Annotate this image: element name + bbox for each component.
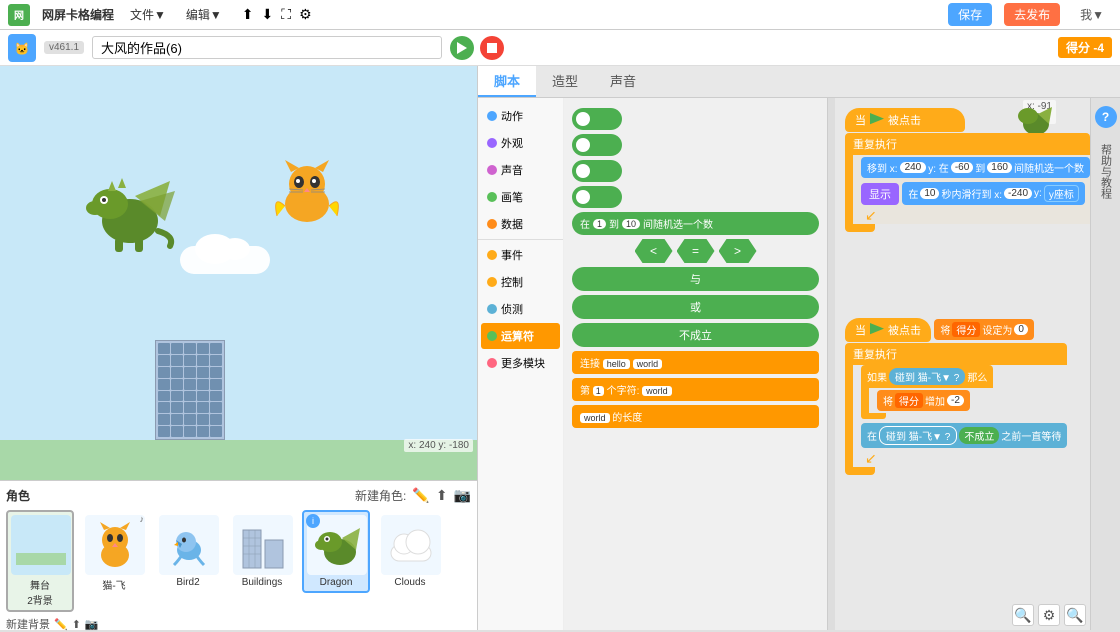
block-toggle-1[interactable] (572, 108, 622, 130)
cat-looks[interactable]: 外观 (481, 130, 560, 156)
cat-more[interactable]: 更多模块 (481, 350, 560, 376)
cat-control[interactable]: 控制 (481, 269, 560, 295)
script-block-2: 当 被点击 将 得分 设定为 0 重复执行 如果 碰到 猫-飞▼ ? 那么 (845, 318, 1067, 475)
settings-icon[interactable]: ⚙ (299, 6, 312, 23)
app-title: 网屏卡格编程 (42, 6, 114, 23)
upload-sprite-btn[interactable]: ⬆ (436, 487, 448, 504)
sprite-thumb-clouds (381, 515, 441, 575)
menu-edit[interactable]: 编辑▼ (182, 4, 226, 25)
zoom-controls: 🔍 ⚙ 🔍 (1012, 604, 1086, 626)
dragon-sprite (80, 166, 180, 256)
sprite-item-clouds[interactable]: Clouds (376, 510, 444, 593)
script-block-1: 当 被点击 重复执行 移到 x: 240 y: 在 -60 到 160 间随机选… (845, 108, 1090, 232)
sprite-thumb-buildings (233, 515, 293, 575)
block-length[interactable]: world 的长度 (572, 405, 819, 428)
upload-backdrop-btn[interactable]: ⬆ (72, 618, 81, 631)
sprite-thumb-stage (11, 515, 71, 575)
info-badge: i (306, 514, 320, 528)
script-area[interactable]: x: -9152 当 被点击 (835, 98, 1090, 630)
tab-sound[interactable]: 声音 (594, 66, 652, 97)
zoom-out-btn[interactable]: 🔍 (1012, 604, 1034, 626)
sprite-item-dragon[interactable]: i Dragon (302, 510, 370, 593)
cat-sound[interactable]: 声音 (481, 157, 560, 183)
block-toggle-2[interactable] (572, 134, 622, 156)
save-button[interactable]: 保存 (948, 3, 992, 26)
code-panels: 动作 外观 声音 画笔 数据 (478, 98, 1120, 630)
tab-script[interactable]: 脚本 (478, 66, 536, 97)
camera-sprite-btn[interactable]: 📷 (454, 487, 471, 504)
paint-backdrop-btn[interactable]: ✏️ (54, 618, 68, 631)
block-equals[interactable]: = (677, 239, 715, 263)
upload-icon[interactable]: ⬆ (242, 6, 254, 23)
categories-panel: 动作 外观 声音 画笔 数据 (478, 98, 564, 630)
block-not[interactable]: 不成立 (572, 323, 819, 347)
scroll-divider (827, 98, 835, 630)
help-text: 帮助与教程 (1098, 144, 1114, 199)
block-less-than[interactable]: < (635, 239, 673, 263)
menu-file[interactable]: 文件▼ (126, 4, 170, 25)
blocks-list: 在 1 到 10 间随机选一个数 < = > 与 或 不成立 (564, 98, 827, 630)
zoom-in-btn[interactable]: 🔍 (1064, 604, 1086, 626)
title-bar: 🐱 v461.1 得分 -4 (0, 30, 1120, 66)
camera-backdrop-btn[interactable]: 📷 (85, 618, 99, 631)
block-random[interactable]: 在 1 到 10 间随机选一个数 (572, 212, 819, 235)
sprite-name-stage: 舞台2背景 (11, 577, 69, 607)
publish-button[interactable]: 去发布 (1004, 3, 1060, 26)
version-badge: v461.1 (44, 41, 84, 54)
sprite-name-bird2: Bird2 (159, 577, 217, 588)
app-logo: 网 (8, 4, 30, 26)
expand-icon[interactable]: ⛶ (281, 6, 291, 23)
sprite-item-cat[interactable]: 猫-飞 ♪ (80, 510, 148, 597)
sprite-item-stage[interactable]: 舞台2背景 (6, 510, 74, 612)
sprite-item-buildings[interactable]: Buildings (228, 510, 296, 593)
stage-building (155, 340, 225, 440)
green-flag-button[interactable] (450, 36, 474, 60)
project-title-input[interactable] (92, 36, 442, 59)
block-and[interactable]: 与 (572, 267, 819, 291)
cat-action[interactable]: 动作 (481, 103, 560, 129)
block-letter[interactable]: 第 1 个字符: world (572, 378, 819, 401)
cat-sprite (267, 156, 347, 226)
new-sprite-label: 新建角色: (355, 487, 406, 504)
sprite-name-cat: 猫-飞 (85, 577, 143, 592)
stop-button[interactable] (480, 36, 504, 60)
cat-data[interactable]: 数据 (481, 211, 560, 237)
score-badge: 得分 -4 (1058, 37, 1112, 58)
cat-events[interactable]: 事件 (481, 242, 560, 268)
tab-costume[interactable]: 造型 (536, 66, 594, 97)
sprite-thumb-cat (85, 515, 145, 575)
help-button[interactable]: ? (1095, 106, 1117, 128)
project-icon: 🐱 (8, 34, 36, 62)
code-area: 脚本 造型 声音 动作 外观 声音 (478, 66, 1120, 630)
cloud-1 (180, 246, 270, 274)
cat-pen[interactable]: 画笔 (481, 184, 560, 210)
sprite-name-buildings: Buildings (233, 577, 291, 588)
svg-text:🐱: 🐱 (15, 42, 30, 56)
block-or[interactable]: 或 (572, 295, 819, 319)
draw-sprite-btn[interactable]: ✏️ (412, 487, 429, 504)
cat-sensing[interactable]: 侦测 (481, 296, 560, 322)
sprite-name-dragon: Dragon (307, 577, 365, 588)
help-panel: ? 帮助与教程 (1090, 98, 1120, 630)
sprite-name-clouds: Clouds (381, 577, 439, 588)
stage-canvas[interactable]: x: 240 y: -180 (0, 66, 477, 480)
block-toggle-4[interactable] (572, 186, 622, 208)
user-menu[interactable]: 我▼ (1072, 6, 1112, 23)
block-toggle-3[interactable] (572, 160, 622, 182)
block-greater-than[interactable]: > (719, 239, 757, 263)
tabs-bar: 脚本 造型 声音 (478, 66, 1120, 98)
menu-bar: 网 网屏卡格编程 文件▼ 编辑▼ ⬆ ⬇ ⛶ ⚙ 保存 去发布 我▼ (0, 0, 1120, 30)
sprite-panel: 角色 新建角色: ✏️ ⬆ 📷 舞台2背景 (0, 480, 477, 630)
main-content: x: 240 y: -180 角色 新建角色: ✏️ ⬆ 📷 (0, 66, 1120, 630)
sprite-panel-title: 角色 (6, 487, 30, 504)
block-join[interactable]: 连接 hello world (572, 351, 819, 374)
sprite-list: 舞台2背景 猫-飞 (6, 510, 471, 612)
sprite-item-bird2[interactable]: Bird2 (154, 510, 222, 593)
zoom-settings-btn[interactable]: ⚙ (1038, 604, 1060, 626)
stage-area: x: 240 y: -180 角色 新建角色: ✏️ ⬆ 📷 (0, 66, 478, 630)
sprite-thumb-bird2 (159, 515, 219, 575)
cat-operators[interactable]: 运算符 (481, 323, 560, 349)
stage-coords: x: 240 y: -180 (404, 439, 473, 452)
download-icon[interactable]: ⬇ (262, 6, 274, 23)
